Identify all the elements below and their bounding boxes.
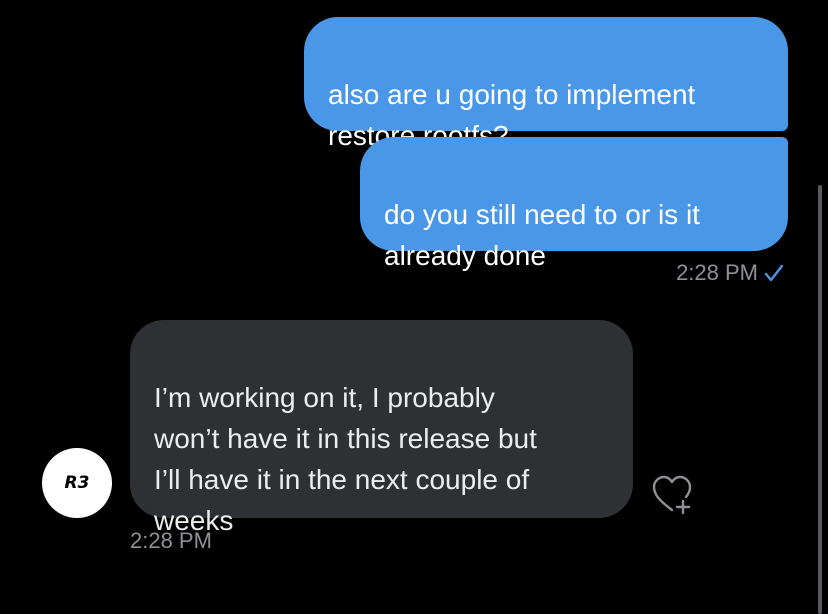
- sent-timestamp: 2:28 PM: [676, 260, 758, 285]
- received-message-text: I’m working on it, I probably won’t have…: [154, 382, 537, 536]
- received-timestamp: 2:28 PM: [130, 528, 212, 553]
- received-message-bubble[interactable]: I’m working on it, I probably won’t have…: [130, 320, 633, 536]
- sent-message-bubble[interactable]: do you still need to or is it already do…: [360, 137, 788, 271]
- sent-message-bubble[interactable]: also are u going to implement restore ro…: [304, 17, 788, 151]
- scrollbar[interactable]: [818, 185, 822, 614]
- avatar-initials: R3: [64, 473, 90, 493]
- avatar[interactable]: R3: [42, 448, 112, 518]
- heart-plus-icon[interactable]: [650, 472, 694, 516]
- checkmark-icon: [764, 264, 784, 282]
- sent-message-text: do you still need to or is it already do…: [384, 199, 700, 271]
